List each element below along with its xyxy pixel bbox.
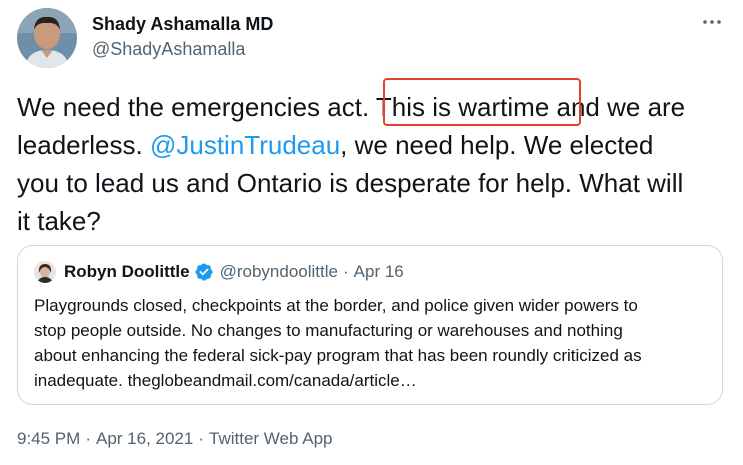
quoted-text-line: inadequate. theglobeandmail.com/canada/a… — [34, 371, 417, 390]
separator-dot: · — [85, 429, 91, 448]
tweet-source-app[interactable]: Twitter Web App — [209, 429, 332, 449]
quoted-text-line: about enhancing the federal sick-pay pro… — [34, 346, 642, 365]
quoted-tweet-card[interactable]: Robyn Doolittle @robyndoolittle · Apr 16… — [17, 245, 723, 405]
more-options-button[interactable] — [700, 10, 724, 34]
text-segment: it take? — [17, 206, 101, 236]
quoted-header: Robyn Doolittle @robyndoolittle · Apr 16 — [64, 261, 404, 283]
separator-dot: · — [343, 262, 349, 281]
tweet-text-line: leaderless. @JustinTrudeau, we need help… — [17, 126, 732, 164]
text-segment: We need the emergencies act. This is war… — [17, 92, 686, 122]
quoted-avatar-image — [34, 261, 56, 283]
mention-link[interactable]: @JustinTrudeau — [150, 130, 340, 160]
tweet-meta: 9:45 PM · Apr 16, 2021 · Twitter Web App — [17, 428, 332, 450]
quoted-author-avatar[interactable] — [34, 261, 56, 283]
author-handle[interactable]: @ShadyAshamalla — [92, 38, 245, 60]
quoted-author-handle[interactable]: @robyndoolittle — [220, 261, 338, 283]
tweet-time[interactable]: 9:45 PM — [17, 429, 80, 449]
author-avatar[interactable] — [17, 8, 77, 68]
more-horizontal-icon — [703, 20, 721, 24]
tweet-date[interactable]: Apr 16, 2021 — [96, 429, 193, 449]
tweet-text-line: it take? — [17, 202, 732, 240]
separator-dot: · — [198, 429, 205, 448]
verified-badge-icon — [195, 263, 213, 281]
author-avatar-image — [17, 8, 77, 68]
tweet-text-line: We need the emergencies act. This is war… — [17, 88, 732, 126]
tweet-text-line: you to lead us and Ontario is desperate … — [17, 164, 732, 202]
text-segment: leaderless. — [17, 130, 150, 160]
tweet: Shady Ashamalla MD @ShadyAshamalla We ne… — [0, 0, 743, 465]
quoted-text-line: stop people outside. No changes to manuf… — [34, 321, 623, 340]
quoted-text: Playgrounds closed, checkpoints at the b… — [34, 293, 714, 393]
quoted-author-name[interactable]: Robyn Doolittle — [64, 261, 190, 283]
tweet-text: We need the emergencies act. This is war… — [17, 88, 732, 240]
quoted-date[interactable]: Apr 16 — [354, 261, 404, 283]
quoted-text-line: Playgrounds closed, checkpoints at the b… — [34, 296, 638, 315]
text-segment: , we need help. We elected — [340, 130, 654, 160]
text-segment: you to lead us and Ontario is desperate … — [17, 168, 684, 198]
author-name[interactable]: Shady Ashamalla MD — [92, 13, 273, 35]
